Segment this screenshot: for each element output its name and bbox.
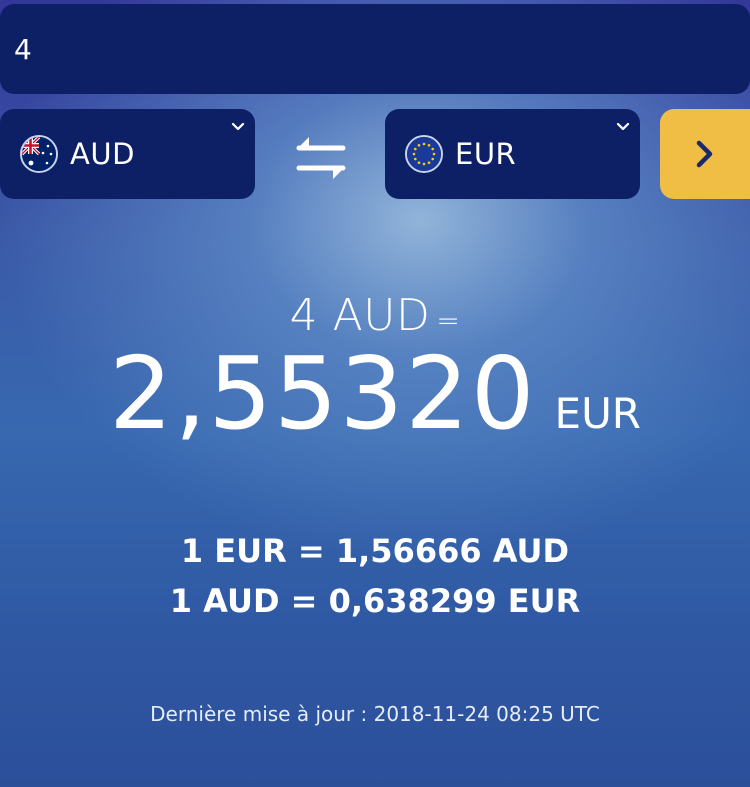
converted-amount: 2,55320 [109,335,537,452]
rate-eur-to-aud: 1 EUR = 1,56666 AUD [180,532,570,570]
from-currency-select[interactable]: AUD [0,109,255,199]
swap-arrows-icon [296,137,346,179]
chevron-down-icon [231,117,245,136]
rate-aud-to-eur: 1 AUD = 0,638299 EUR [169,582,581,620]
conversion-result: 4 AUD = 2,55320 EUR [0,290,750,452]
chevron-down-icon [616,117,630,136]
from-currency-code: AUD [70,137,135,171]
australia-flag-icon [20,135,58,173]
amount-field[interactable] [0,4,750,94]
converted-currency: EUR [554,389,641,438]
converted-amount-line: 2,55320 EUR [0,335,750,452]
eu-flag-icon [405,135,443,173]
amount-input[interactable] [14,32,750,66]
exchange-rates: 1 EUR = 1,56666 AUD 1 AUD = 0,638299 EUR [0,526,750,626]
swap-currencies-button[interactable] [292,130,350,184]
equals-sign: = [436,304,461,337]
last-update-text: Dernière mise à jour : 2018-11-24 08:25 … [150,702,600,726]
input-amount-label: 4 AUD = [0,290,750,341]
convert-button[interactable] [660,109,750,199]
to-currency-select[interactable]: EUR [385,109,640,199]
to-currency-code: EUR [455,137,517,171]
chevron-right-icon [696,140,713,168]
input-amount-text: 4 AUD [289,290,431,341]
